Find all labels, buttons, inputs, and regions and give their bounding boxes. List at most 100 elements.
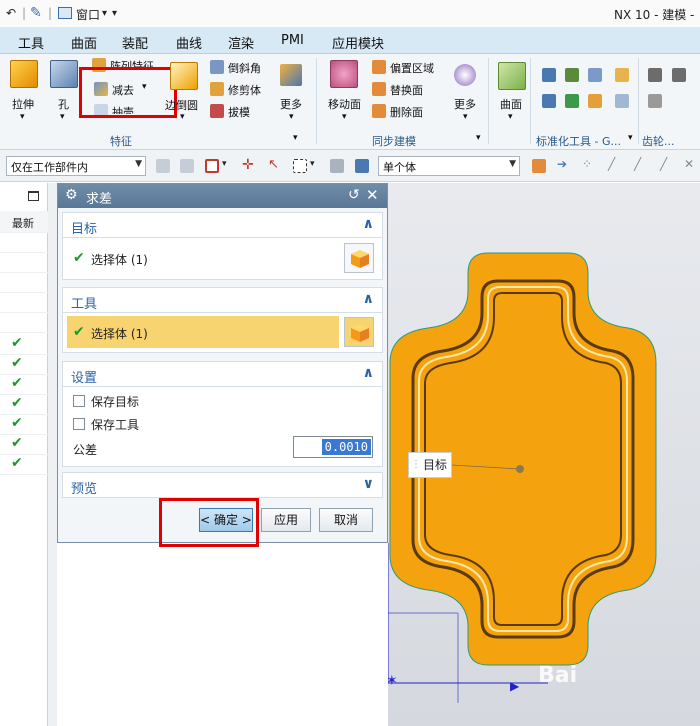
nav-row-1[interactable]: ✔ xyxy=(0,335,48,355)
surface-label[interactable]: 曲面 xyxy=(500,96,522,112)
menu-tools[interactable]: 工具 xyxy=(18,33,44,52)
std-tool-6-icon[interactable] xyxy=(588,94,602,108)
nav-row-4[interactable]: ✔ xyxy=(0,395,48,415)
group-sync-expand-icon[interactable]: ▾ xyxy=(476,133,481,143)
gear-tool-2-icon[interactable] xyxy=(648,94,662,108)
std-tool-2-icon[interactable] xyxy=(565,68,579,82)
more-features-label[interactable]: 更多 xyxy=(280,96,302,112)
nav-maximize-icon[interactable] xyxy=(28,191,39,201)
window-menu[interactable]: 窗口 xyxy=(76,6,100,23)
cancel-button[interactable]: 取消 xyxy=(319,508,373,532)
hole-label[interactable]: 孔 xyxy=(58,96,69,112)
offset-region-icon[interactable] xyxy=(372,60,386,74)
keep-target-checkbox[interactable] xyxy=(73,395,85,407)
std-tool-4-icon[interactable] xyxy=(542,94,556,108)
collapse-icon[interactable]: ∧ xyxy=(363,365,374,381)
body-rule-dropdown[interactable]: 单个体 ▼ xyxy=(378,156,520,176)
keep-tool-checkbox[interactable] xyxy=(73,418,85,430)
group-std-tools-expand-icon[interactable]: ▾ xyxy=(628,133,633,143)
settings-section-header[interactable]: 设置 ∧ xyxy=(62,361,383,387)
more-sync-arrow-icon[interactable]: ▾ xyxy=(463,112,468,122)
group-feature-expand-icon[interactable]: ▾ xyxy=(293,133,298,143)
collapse-icon[interactable]: ∧ xyxy=(363,291,374,307)
edge-blend-label[interactable]: 边倒圆 xyxy=(165,97,198,113)
std-tool-8-icon[interactable] xyxy=(615,94,629,108)
nav-row-6[interactable]: ✔ xyxy=(0,435,48,455)
quadrant-icon[interactable]: ✕ xyxy=(684,157,694,171)
std-tool-7-icon[interactable] xyxy=(615,68,629,82)
menu-assembly[interactable]: 装配 xyxy=(122,33,148,52)
menu-applications[interactable]: 应用模块 xyxy=(332,33,384,52)
delete-face-icon[interactable] xyxy=(372,104,386,118)
move-face-icon[interactable] xyxy=(330,60,358,88)
menu-surface[interactable]: 曲面 xyxy=(71,33,97,52)
snap-point-icon[interactable] xyxy=(205,159,219,173)
target-section-header[interactable]: 目标 ∧ xyxy=(62,212,383,238)
hole-icon[interactable] xyxy=(50,60,78,88)
std-tool-1-icon[interactable] xyxy=(542,68,556,82)
expand-icon[interactable]: ∨ xyxy=(363,476,374,492)
keep-tool-label[interactable]: 保存工具 xyxy=(91,416,139,433)
cursor-icon[interactable]: ↖ xyxy=(268,157,279,172)
window-icon[interactable] xyxy=(58,7,72,19)
chamfer-label[interactable]: 倒斜角 xyxy=(228,60,261,76)
rectangle-select-icon[interactable] xyxy=(293,159,307,173)
tolerance-input[interactable]: 0.0010 xyxy=(293,436,373,458)
gear-tool-3-icon[interactable] xyxy=(672,68,686,82)
nav-row-2[interactable]: ✔ xyxy=(0,355,48,375)
tool-select-body[interactable]: 选择体 (1) xyxy=(91,325,148,342)
menu-render[interactable]: 渲染 xyxy=(228,33,254,52)
trim-body-icon[interactable] xyxy=(210,82,224,96)
line-icon[interactable]: ╱ xyxy=(608,157,615,171)
body-filter-icon[interactable] xyxy=(330,159,344,173)
draft-label[interactable]: 拔模 xyxy=(228,104,250,120)
collapse-icon[interactable]: ∧ xyxy=(363,216,374,232)
tangent-icon[interactable]: ╱ xyxy=(634,157,641,171)
nav-row-7[interactable]: ✔ xyxy=(0,455,48,475)
extrude-more-icon[interactable]: ▾ xyxy=(20,112,25,122)
nav-splitter[interactable] xyxy=(48,183,57,726)
surface-more-icon[interactable]: ▾ xyxy=(508,112,513,122)
offset-region-label[interactable]: 偏置区域 xyxy=(390,60,434,76)
dialog-title-bar[interactable]: ⚙ 求差 ↺ ✕ xyxy=(58,184,387,208)
surface-icon[interactable] xyxy=(498,62,526,90)
apply-button[interactable]: 应用 xyxy=(261,508,311,532)
axis-icon[interactable]: ✛ xyxy=(242,157,254,173)
graphics-window[interactable]: ✶ ▶ ⋮ 目标 Bai xyxy=(388,183,700,726)
keep-target-label[interactable]: 保存目标 xyxy=(91,393,139,410)
midpoint-icon[interactable]: ╱ xyxy=(660,157,667,171)
edge-blend-icon[interactable] xyxy=(170,62,198,90)
extrude-label[interactable]: 拉伸 xyxy=(12,96,34,112)
move-face-more-icon[interactable]: ▾ xyxy=(342,112,347,122)
arrow-right-icon[interactable]: ➔ xyxy=(557,157,567,171)
nav-header-latest[interactable]: 最新 xyxy=(12,215,34,231)
select-all-icon[interactable] xyxy=(156,159,170,173)
dotted-pen-icon[interactable]: ✎ xyxy=(30,5,42,21)
face-snap-icon[interactable] xyxy=(532,159,546,173)
select-body-icon[interactable] xyxy=(344,243,374,273)
more-sync-icon[interactable] xyxy=(454,64,476,86)
select-feature-icon[interactable] xyxy=(180,159,194,173)
std-tool-3-icon[interactable] xyxy=(588,68,602,82)
snap-dropdown-icon[interactable]: ▾ xyxy=(222,159,227,169)
dropdown-arrow-icon[interactable]: ▾ xyxy=(102,8,107,19)
select-body-icon[interactable] xyxy=(344,317,374,347)
edge-blend-more-icon[interactable]: ▾ xyxy=(180,112,185,122)
menu-pmi[interactable]: PMI xyxy=(281,33,304,48)
menu-curve[interactable]: 曲线 xyxy=(176,33,202,52)
nav-row-3[interactable]: ✔ xyxy=(0,375,48,395)
grid-point-icon[interactable]: ⁘ xyxy=(582,157,592,171)
gear-tool-1-icon[interactable] xyxy=(648,68,662,82)
reset-icon[interactable]: ↺ xyxy=(348,187,360,203)
target-select-body[interactable]: 选择体 (1) xyxy=(91,251,148,268)
close-icon[interactable]: ✕ xyxy=(366,186,379,204)
draft-icon[interactable] xyxy=(210,104,224,118)
tool-section-header[interactable]: 工具 ∧ xyxy=(62,287,383,313)
replace-face-label[interactable]: 替换面 xyxy=(390,82,423,98)
more-sync-label[interactable]: 更多 xyxy=(454,96,476,112)
hole-more-icon[interactable]: ▾ xyxy=(60,112,65,122)
delete-face-label[interactable]: 删除面 xyxy=(390,104,423,120)
rectangle-dropdown-icon[interactable]: ▾ xyxy=(310,159,315,169)
undo-icon[interactable]: ↶ xyxy=(6,6,16,20)
move-face-label[interactable]: 移动面 xyxy=(328,96,361,112)
